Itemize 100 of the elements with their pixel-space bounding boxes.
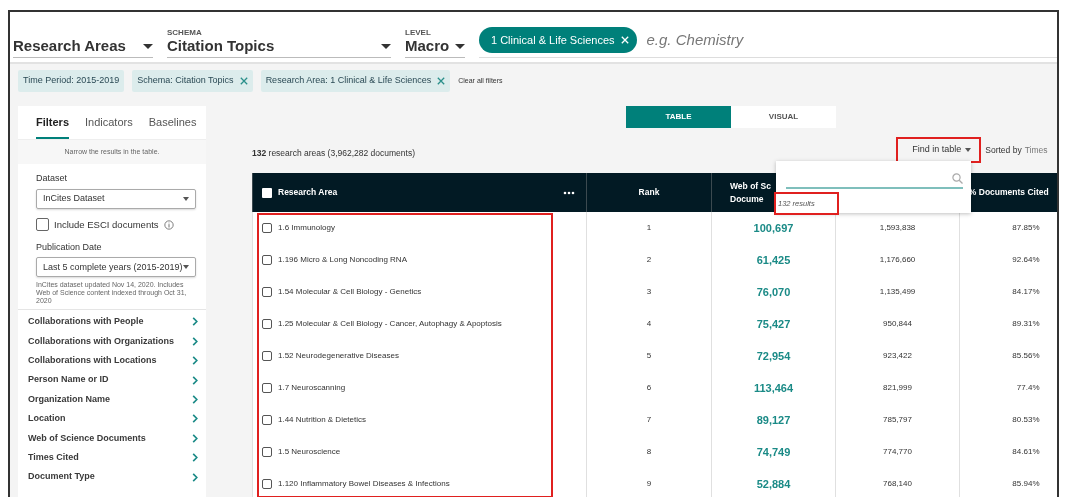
row-checkbox[interactable] — [262, 287, 272, 297]
document-count-link[interactable]: 75,427 — [756, 317, 791, 330]
row-checkbox[interactable] — [262, 223, 272, 233]
research-area-name: 1.44 Nutrition & Dietetics — [278, 414, 367, 426]
research-area-name: 1.25 Molecular & Cell Biology - Cancer, Autophagy & Apoptosis — [278, 318, 502, 330]
percent-cell: 77.4% — [1016, 383, 1040, 392]
selector-caption: LEVEL — [405, 28, 432, 37]
row-checkbox[interactable] — [262, 479, 272, 489]
filter-item[interactable]: Organization Name — [28, 389, 198, 410]
filter-item[interactable]: Person Name or ID — [28, 370, 198, 390]
dropdown-select[interactable]: Macro — [405, 37, 465, 58]
tag-label: 1 Clinical & Life Sciences — [491, 32, 615, 48]
selected-tag[interactable]: 1 Clinical & Life Sciences — [479, 26, 637, 53]
percent-cell: 84.17% — [1012, 287, 1040, 296]
row-checkbox[interactable] — [262, 415, 272, 425]
filter-item[interactable]: Collaborations with Organizations — [28, 331, 198, 352]
percent-cell: 92.64% — [1012, 255, 1040, 264]
search-icon — [952, 172, 963, 184]
table-cell: 768,140 — [883, 479, 912, 488]
rank-cell: 3 — [646, 287, 652, 296]
caret-icon — [381, 43, 391, 49]
chevron-right-icon — [192, 395, 198, 404]
table-cell: 1,176,660 — [879, 255, 916, 264]
row-checkbox[interactable] — [262, 383, 272, 393]
table-cell: 821,999 — [883, 383, 912, 392]
panel-tab[interactable]: Baselines — [148, 110, 197, 139]
filter-item[interactable]: Web of Science Documents — [28, 428, 198, 448]
close-icon — [437, 77, 446, 85]
research-area-name: 1.7 Neuroscanning — [278, 382, 346, 394]
filter-chip[interactable]: Research Area: 1 Clinical & Life Sciences — [260, 70, 451, 92]
document-count-link[interactable]: 89,127 — [756, 413, 791, 426]
rank-cell: 1 — [646, 223, 652, 232]
caret-icon — [183, 196, 189, 201]
rank-cell: 6 — [646, 383, 652, 392]
filter-item[interactable]: Collaborations with Locations — [28, 351, 198, 371]
document-count-link[interactable]: 113,464 — [753, 381, 794, 394]
filter-item[interactable]: Document Type — [28, 467, 198, 487]
percent-cell: 89.31% — [1012, 319, 1040, 328]
percent-cell: 85.94% — [1012, 479, 1040, 488]
document-count-link[interactable]: 74,749 — [756, 445, 791, 458]
dataset-select[interactable]: InCites Dataset — [36, 188, 196, 209]
table-cell: 1,593,838 — [879, 223, 916, 232]
percent-cell: 87.85% — [1012, 223, 1040, 232]
rank-cell: 4 — [646, 319, 652, 328]
rank-cell: 5 — [646, 351, 652, 360]
info-icon — [163, 219, 174, 230]
percent-cell: 80.53% — [1012, 415, 1040, 424]
field-label: Dataset — [36, 172, 69, 185]
dropdown-select[interactable]: Research Areas — [13, 37, 153, 58]
document-count-link[interactable]: 72,954 — [756, 349, 791, 362]
close-icon — [620, 35, 629, 44]
document-count-link[interactable]: 52,884 — [756, 477, 791, 490]
checkbox-label: Include ESCI documents — [54, 217, 159, 232]
view-toggle[interactable]: TABLE — [626, 106, 731, 128]
field-label: Publication Date — [36, 240, 103, 254]
table-cell: 1,135,499 — [879, 287, 916, 296]
row-checkbox[interactable] — [262, 255, 272, 265]
sort-label: Sorted by — [985, 143, 1022, 157]
row-checkbox[interactable] — [262, 447, 272, 457]
filter-chip[interactable]: Schema: Citation Topics — [132, 70, 253, 92]
rank-cell: 7 — [646, 415, 652, 424]
column-header[interactable]: Rank — [638, 187, 660, 198]
panel-tab[interactable]: Indicators — [85, 110, 133, 139]
row-checkbox[interactable] — [262, 351, 272, 361]
more-icon — [563, 190, 575, 195]
caret-icon — [183, 265, 189, 270]
column-header[interactable]: Research Area — [252, 173, 587, 212]
research-area-name: 1.54 Molecular & Cell Biology - Genetics — [278, 286, 422, 298]
table-cell: 785,797 — [883, 415, 912, 424]
filter-item[interactable]: Location — [28, 409, 198, 429]
rank-cell: 8 — [646, 447, 652, 456]
filter-item[interactable]: Times Cited — [28, 448, 198, 468]
document-count-link[interactable]: 100,697 — [753, 221, 794, 234]
filter-chip[interactable]: Time Period: 2015-2019 — [18, 70, 125, 92]
rank-cell: 9 — [646, 479, 652, 488]
filter-item[interactable]: Collaborations with People — [28, 312, 198, 332]
research-area-name: 1.5 Neuroscience — [278, 446, 341, 458]
view-toggle[interactable]: VISUAL — [731, 106, 836, 128]
document-count-link[interactable]: 76,070 — [756, 285, 791, 298]
selector-caption: SCHEMA — [167, 28, 203, 37]
percent-cell: 85.56% — [1012, 351, 1040, 360]
research-area-name: 1.196 Micro & Long Noncoding RNA — [278, 254, 407, 266]
table-cell: 774,770 — [883, 447, 912, 456]
select-all-checkbox[interactable] — [262, 187, 272, 198]
percent-cell: 84.61% — [1012, 447, 1040, 456]
caret-icon — [143, 43, 153, 49]
rank-cell: 2 — [646, 255, 652, 264]
table-cell: 950,844 — [883, 319, 912, 328]
close-icon — [239, 77, 248, 85]
caret-icon — [965, 148, 972, 152]
caret-icon — [455, 43, 465, 49]
search-field[interactable]: e.g. Chemistry — [644, 27, 1057, 52]
date-select[interactable]: Last 5 complete years (2015-2019) — [36, 257, 196, 278]
research-area-name: 1.6 Immunology — [278, 222, 335, 234]
dropdown-select[interactable]: Citation Topics — [167, 37, 391, 58]
row-checkbox[interactable] — [262, 319, 272, 329]
document-count-link[interactable]: 61,425 — [756, 253, 791, 266]
sort-value: Times — [1024, 143, 1048, 157]
checkbox[interactable] — [36, 218, 49, 232]
column-header[interactable]: Web of Sc Docume — [730, 179, 771, 206]
